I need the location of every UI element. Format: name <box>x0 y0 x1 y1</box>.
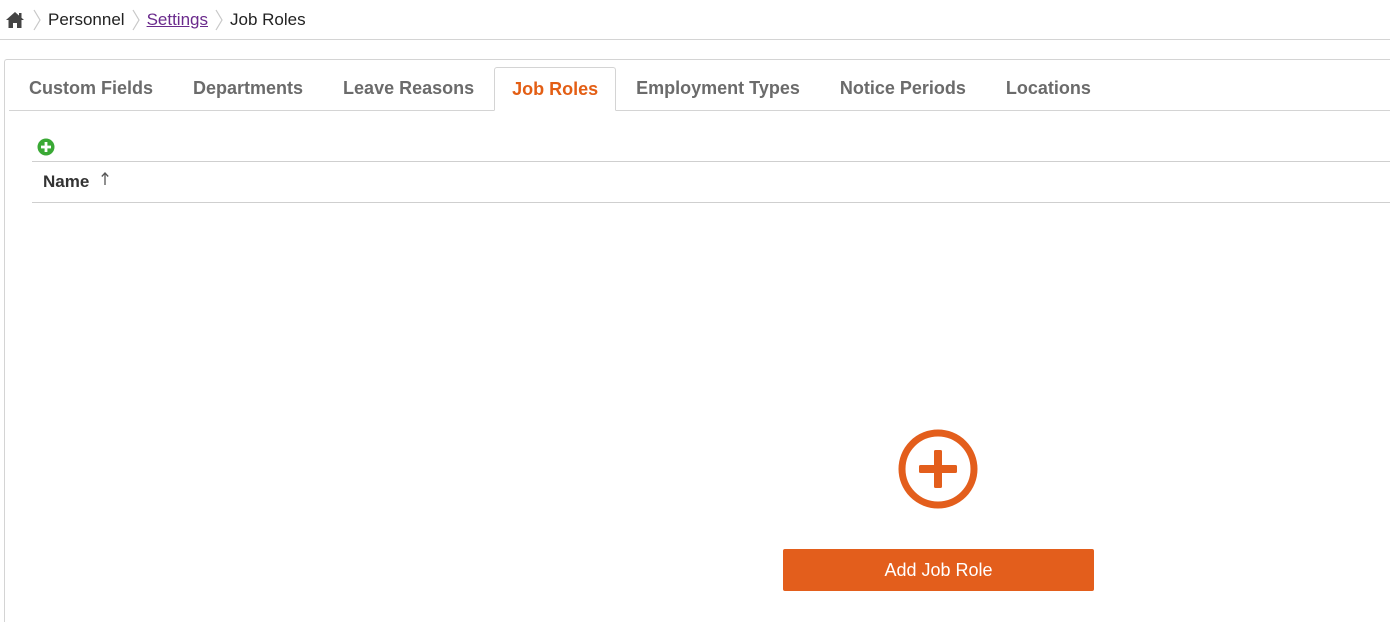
breadcrumb: Personnel Settings Job Roles <box>0 0 1390 40</box>
tab-departments[interactable]: Departments <box>173 67 323 110</box>
breadcrumb-item-personnel: Personnel <box>48 9 125 29</box>
tab-notice-periods[interactable]: Notice Periods <box>820 67 986 110</box>
add-row-icon[interactable] <box>36 137 56 157</box>
sort-up-arrow-icon[interactable] <box>99 170 111 188</box>
add-job-role-button[interactable]: Add Job Role <box>783 549 1094 591</box>
column-header-name[interactable]: Name <box>43 172 89 192</box>
tab-employment-types[interactable]: Employment Types <box>616 67 820 110</box>
grid-header: Name <box>32 161 1390 203</box>
tab-job-roles[interactable]: Job Roles <box>494 67 617 111</box>
breadcrumb-item-settings[interactable]: Settings <box>147 10 208 30</box>
breadcrumb-item-job-roles: Job Roles <box>230 9 306 29</box>
chevron-right-icon <box>30 8 44 32</box>
plus-circle-icon[interactable] <box>897 428 979 510</box>
tab-leave-reasons[interactable]: Leave Reasons <box>323 67 494 110</box>
settings-panel: Custom Fields Departments Leave Reasons … <box>4 59 1390 622</box>
tab-locations[interactable]: Locations <box>986 67 1111 110</box>
chevron-right-icon <box>129 8 143 32</box>
home-icon[interactable] <box>4 9 26 31</box>
tab-strip: Custom Fields Departments Leave Reasons … <box>9 67 1390 111</box>
chevron-right-icon <box>212 8 226 32</box>
tab-custom-fields[interactable]: Custom Fields <box>9 67 173 110</box>
